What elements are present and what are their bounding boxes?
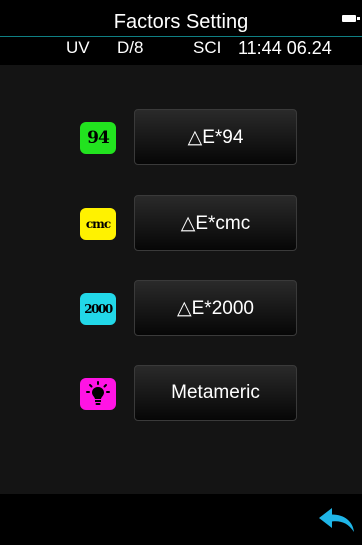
status-datetime: 11:44 06.24 — [238, 38, 332, 58]
status-light-source: UV — [66, 38, 90, 57]
page-title: Factors Setting — [113, 11, 249, 33]
lightbulb-icon — [80, 378, 116, 410]
badge-cmc-icon: cmc — [80, 208, 116, 240]
menu-row-de94: 94 △E*94 — [0, 109, 362, 165]
back-button[interactable] — [318, 506, 356, 534]
badge-94-icon: 94 — [80, 122, 116, 154]
lightbulb-glyph — [86, 381, 110, 405]
menu-row-de2000: 2000 △E*2000 — [0, 280, 362, 336]
footer-bar — [0, 494, 362, 545]
menu-row-metameric: Metameric — [0, 365, 362, 421]
decmc-button[interactable]: △E*cmc — [134, 195, 297, 251]
de94-button[interactable]: △E*94 — [134, 109, 297, 165]
factors-setting-screen: Factors Setting UV D/8 SCI 11:44 06.24 9… — [0, 0, 362, 545]
metameric-button[interactable]: Metameric — [134, 365, 297, 421]
back-arrow-icon — [319, 508, 354, 532]
de2000-button[interactable]: △E*2000 — [134, 280, 297, 336]
battery-icon — [342, 15, 360, 22]
menu-row-decmc: cmc △E*cmc — [0, 195, 362, 251]
status-mode: SCI — [193, 38, 222, 57]
header-bar: Factors Setting UV D/8 SCI 11:44 06.24 — [0, 0, 362, 65]
header-divider — [0, 36, 362, 37]
status-geometry: D/8 — [117, 38, 144, 57]
badge-2000-icon: 2000 — [80, 293, 116, 325]
